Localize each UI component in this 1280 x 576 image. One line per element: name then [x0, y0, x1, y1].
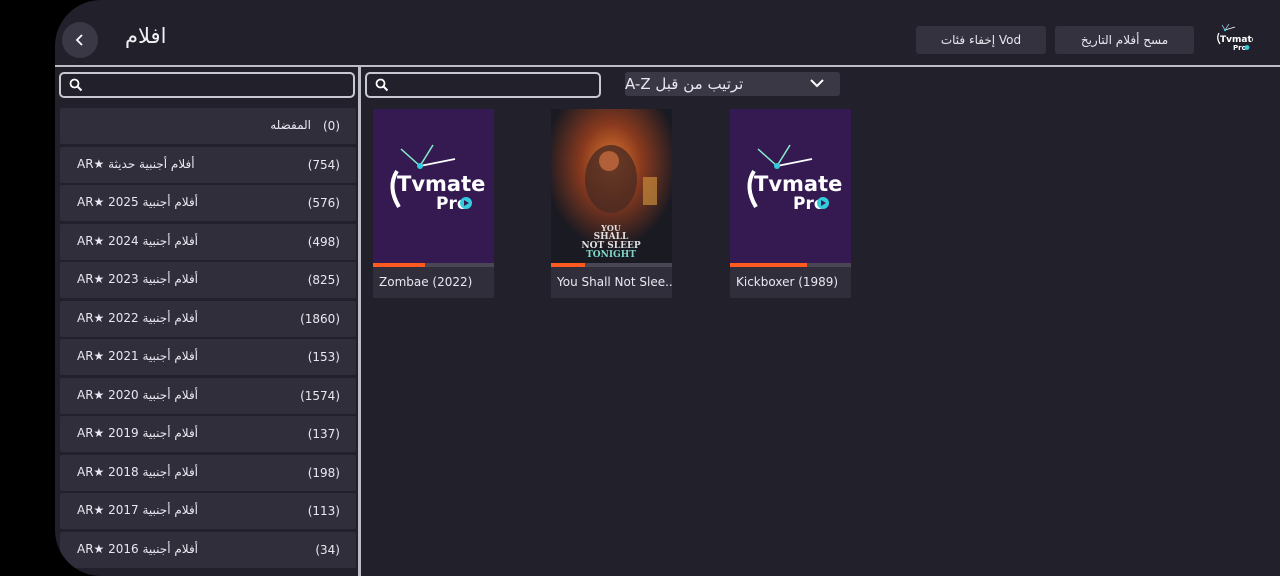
watch-progress-fill — [730, 263, 808, 267]
category-name: أفلام أجنبية 2024 ★AR — [77, 233, 199, 248]
movie-search-input[interactable] — [395, 77, 599, 93]
category-name: أفلام أجنبية حديثة ★AR — [77, 156, 195, 171]
header-divider — [55, 65, 1280, 67]
app-window: افلام إخفاء فئات Vod مسح أفلام التاريخ T… — [55, 0, 1280, 576]
category-item[interactable]: أفلام أجنبية حديثة ★AR (754) — [60, 146, 356, 183]
search-icon — [69, 78, 83, 92]
watch-progress-bar — [730, 263, 851, 267]
movie-card[interactable]: Tvmate Pro Zombae (2022) — [373, 109, 494, 298]
category-name: أفلام أجنبية 2022 ★AR — [77, 310, 199, 325]
category-item[interactable]: أفلام أجنبية 2016 ★AR (34) — [60, 531, 356, 568]
tvmate-pro-logo: Tvmate Pro — [1217, 23, 1253, 52]
search-icon — [375, 78, 389, 92]
page-title: افلام — [125, 24, 167, 48]
category-count: (576) — [307, 196, 340, 210]
sort-label: ترتيب من قبل A-Z — [625, 75, 744, 93]
movie-title: You Shall Not Slee.. — [557, 275, 672, 289]
category-count: (0) — [323, 119, 340, 133]
category-count: (137) — [307, 427, 340, 441]
watch-progress-fill — [551, 263, 585, 267]
category-search-input[interactable] — [89, 77, 353, 93]
sidebar-divider — [358, 67, 361, 576]
watch-progress-bar — [551, 263, 672, 267]
chevron-left-icon — [75, 34, 83, 46]
clear-history-movies-button[interactable]: مسح أفلام التاريخ — [1055, 26, 1194, 54]
category-item[interactable]: أفلام أجنبية 2017 ★AR (113) — [60, 493, 356, 529]
category-item[interactable]: أفلام أجنبية 2023 ★AR (825) — [60, 262, 356, 298]
category-count: (198) — [307, 465, 340, 480]
category-name: أفلام أجنبية 2025 ★AR — [77, 195, 199, 209]
category-count: (1574) — [300, 388, 340, 403]
watch-progress-bar — [373, 263, 494, 267]
you-shall-not-sleep-tonight-poster: YOU SHALL NOT SLEEP TONIGHT — [551, 109, 672, 263]
category-count: (113) — [307, 504, 340, 518]
category-count: (34) — [315, 542, 340, 557]
category-item-favorites[interactable]: المفضله (0) — [60, 108, 356, 144]
category-name: المفضله — [270, 118, 311, 132]
category-count: (825) — [307, 273, 340, 287]
watch-progress-fill — [373, 263, 426, 267]
movie-card[interactable]: YOU SHALL NOT SLEEP TONIGHT You Shall No… — [551, 109, 672, 298]
hide-vod-categories-button[interactable]: إخفاء فئات Vod — [916, 26, 1046, 54]
category-item[interactable]: أفلام أجنبية 2018 ★AR (198) — [60, 454, 356, 491]
category-name: أفلام أجنبية 2018 ★AR — [77, 464, 199, 479]
tvmate-pro-placeholder-poster: Tvmate Pro — [730, 109, 851, 263]
back-button[interactable] — [62, 22, 98, 58]
movie-title: Kickboxer (1989) — [736, 275, 839, 289]
category-item[interactable]: أفلام أجنبية 2022 ★AR (1860) — [60, 300, 356, 337]
category-name: أفلام أجنبية 2019 ★AR — [77, 426, 199, 440]
chevron-down-icon — [810, 79, 824, 88]
category-name: أفلام أجنبية 2016 ★AR — [77, 541, 199, 556]
category-item[interactable]: أفلام أجنبية 2024 ★AR (498) — [60, 223, 356, 260]
category-item[interactable]: أفلام أجنبية 2019 ★AR (137) — [60, 416, 356, 452]
sort-dropdown[interactable]: ترتيب من قبل A-Z — [625, 72, 840, 96]
category-name: أفلام أجنبية 2023 ★AR — [77, 272, 199, 286]
category-item[interactable]: أفلام أجنبية 2021 ★AR (153) — [60, 339, 356, 375]
category-count: (153) — [307, 350, 340, 364]
poster-text-line: TONIGHT — [586, 250, 636, 260]
svg-text:Pro: Pro — [1233, 44, 1247, 52]
category-name: أفلام أجنبية 2021 ★AR — [77, 349, 199, 363]
movie-title: Zombae (2022) — [379, 275, 473, 289]
category-count: (498) — [307, 234, 340, 249]
movie-search-field[interactable] — [365, 72, 601, 98]
tvmate-pro-placeholder-poster: Tvmate Pro — [373, 109, 494, 263]
category-list: المفضله (0) أفلام أجنبية حديثة ★AR (754)… — [60, 108, 356, 570]
category-name: أفلام أجنبية 2017 ★AR — [77, 503, 199, 517]
movie-card[interactable]: Tvmate Pro Kickboxer (1989) — [730, 109, 851, 298]
category-count: (1860) — [300, 311, 340, 326]
svg-text:Tvmate: Tvmate — [754, 172, 842, 196]
category-search-field[interactable] — [59, 72, 355, 98]
category-count: (754) — [307, 157, 340, 172]
category-item[interactable]: أفلام أجنبية 2025 ★AR (576) — [60, 185, 356, 221]
category-name: أفلام أجنبية 2020 ★AR — [77, 387, 199, 402]
svg-text:Tvmate: Tvmate — [397, 172, 485, 196]
category-item[interactable]: أفلام أجنبية 2020 ★AR (1574) — [60, 377, 356, 414]
